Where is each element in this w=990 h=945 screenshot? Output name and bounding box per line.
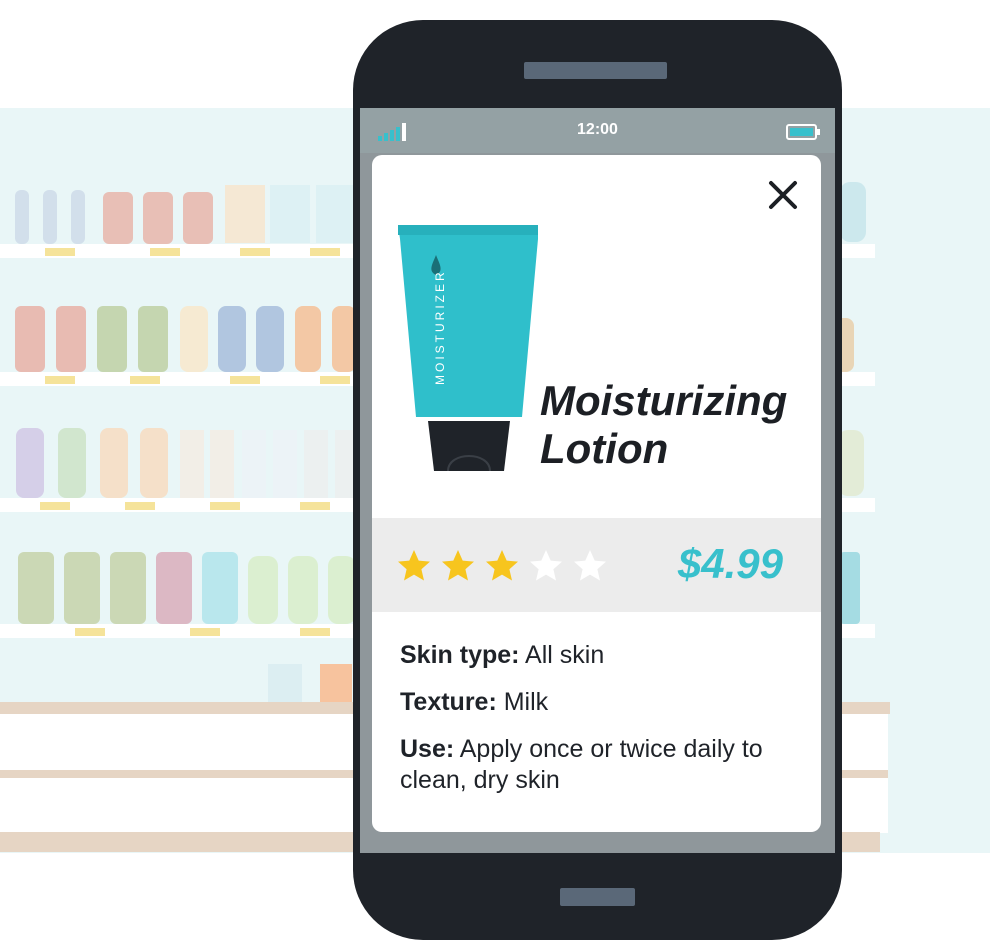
status-time: 12:00: [577, 121, 618, 138]
battery-icon: [786, 124, 820, 140]
star-filled-icon: [442, 550, 474, 581]
spec-value: Apply once or twice daily to clean, dry …: [400, 735, 763, 794]
rating-price-band: $4.99: [372, 518, 821, 612]
moisturizer-tube-image: MOISTURIZER: [398, 225, 538, 472]
star-filled-icon: [486, 550, 518, 581]
spec-label: Use:: [400, 735, 455, 763]
star-filled-icon: [398, 550, 430, 581]
spec-row: Texture: Milk: [400, 687, 800, 718]
product-title-line2: Lotion: [540, 425, 669, 472]
product-title-line1: Moisturizing: [540, 377, 788, 424]
product-title: Moisturizing Lotion: [540, 377, 810, 473]
spec-label: Texture:: [400, 688, 497, 716]
spec-value: All skin: [519, 641, 605, 669]
star-empty-icon: [530, 550, 562, 581]
home-button[interactable]: [560, 888, 635, 906]
close-icon[interactable]: [765, 177, 801, 213]
star-empty-icon: [574, 550, 606, 581]
spec-value: Milk: [496, 688, 549, 716]
product-card: MOISTURIZER Moisturizing Lotion $4.99 Sk…: [372, 155, 821, 832]
spec-row: Use: Apply once or twice daily to clean,…: [400, 734, 800, 796]
spec-label: Skin type:: [400, 641, 520, 669]
tube-label: MOISTURIZER: [433, 269, 447, 385]
spec-row: Skin type: All skin: [400, 640, 800, 671]
phone-speaker: [524, 62, 667, 79]
product-specs: Skin type: All skin Texture: Milk Use: App…: [400, 640, 800, 812]
status-bar: 12:00: [360, 108, 835, 153]
product-price: $4.99: [677, 540, 783, 587]
star-rating: [396, 548, 616, 584]
